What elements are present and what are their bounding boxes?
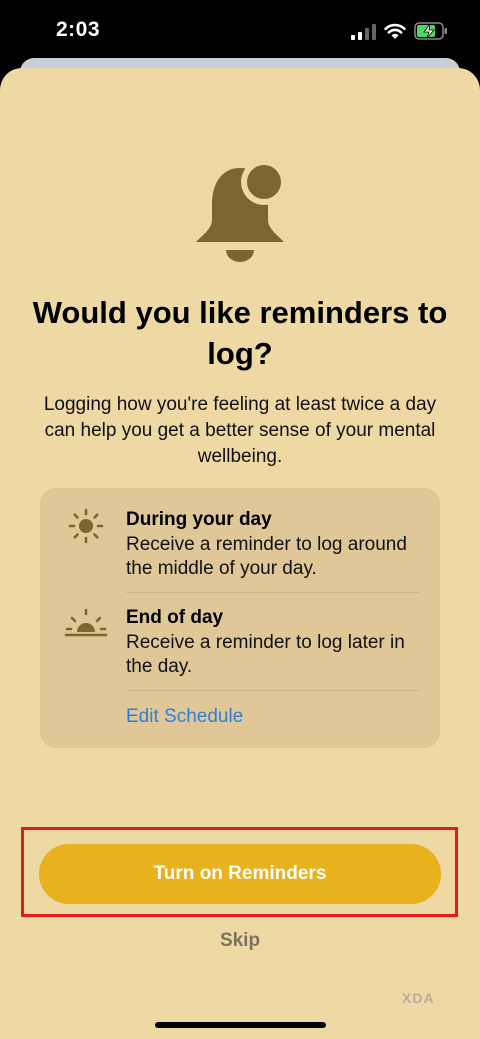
sunset-icon bbox=[64, 608, 108, 637]
reminder-options-card: During your day Receive a reminder to lo… bbox=[40, 488, 440, 748]
option-during-day-description: Receive a reminder to log around the mid… bbox=[126, 534, 407, 579]
turn-on-reminders-button[interactable]: Turn on Reminders bbox=[39, 844, 441, 904]
battery-charging-icon bbox=[414, 22, 447, 40]
edit-schedule-link[interactable]: Edit Schedule bbox=[126, 706, 243, 728]
option-end-of-day-description: Receive a reminder to log later in the d… bbox=[126, 632, 405, 677]
page-title: Would you like reminders to log? bbox=[32, 295, 448, 371]
watermark-logo: XDA bbox=[402, 990, 435, 1006]
sun-icon bbox=[68, 508, 104, 544]
divider bbox=[126, 690, 420, 691]
home-indicator bbox=[155, 1022, 326, 1028]
cellular-signal-icon bbox=[351, 24, 376, 40]
divider bbox=[126, 592, 420, 593]
bell-badge-icon bbox=[196, 159, 286, 262]
skip-button[interactable]: Skip bbox=[0, 930, 480, 952]
status-bar: 2:03 bbox=[0, 0, 480, 66]
option-end-of-day-title: End of day bbox=[126, 607, 224, 628]
option-during-day-title: During your day bbox=[126, 509, 272, 530]
status-time: 2:03 bbox=[56, 18, 101, 41]
page-subtitle: Logging how you're feeling at least twic… bbox=[43, 394, 437, 467]
wifi-icon bbox=[384, 23, 406, 39]
